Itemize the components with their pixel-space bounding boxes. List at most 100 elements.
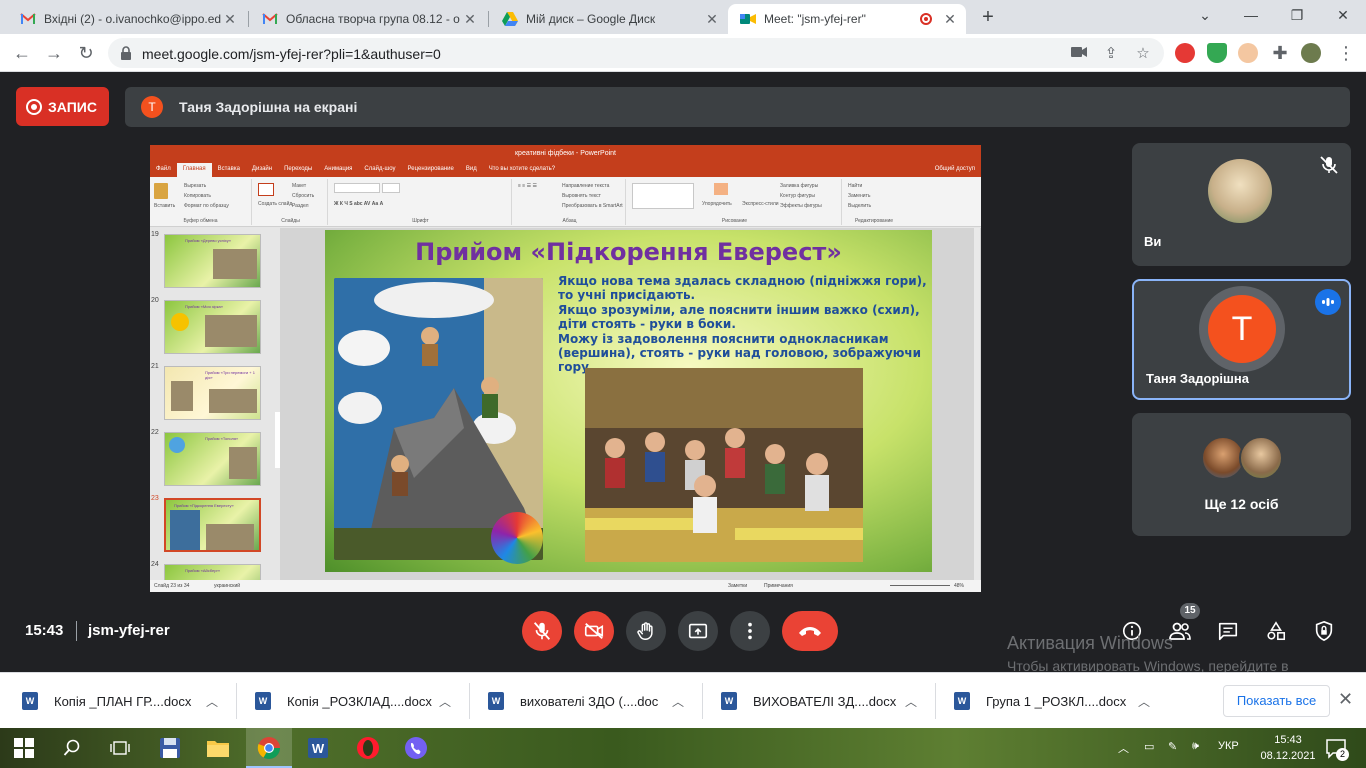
browser-tab[interactable]: Вхідні (2) - o.ivanochko@ippo.ed ✕	[8, 4, 246, 34]
record-button[interactable]: ЗАПИС	[16, 87, 109, 126]
more-options-button[interactable]	[730, 611, 770, 651]
ribbon-group-clipboard: Вставить Вырезать Копировать Формат по о…	[150, 179, 252, 225]
download-item[interactable]: W Копія _РОЗКЛАД....docx ︿	[255, 687, 465, 715]
chevron-up-icon[interactable]: ︿	[905, 693, 917, 710]
avatar: T	[1208, 295, 1276, 363]
host-controls-icon[interactable]	[1312, 619, 1336, 643]
word-icon[interactable]: W	[304, 734, 332, 762]
download-item[interactable]: W вихователі ЗДО (....doc ︿	[488, 687, 698, 715]
ppt-ribbon: Вставить Вырезать Копировать Формат по о…	[150, 177, 981, 227]
back-icon[interactable]: ←	[10, 41, 34, 65]
adblock-extension-icon[interactable]	[1175, 43, 1195, 63]
recording-indicator-icon	[920, 13, 932, 25]
clock-date: 08.12.2021	[1260, 750, 1316, 762]
browser-toolbar: ← → ↻ meet.google.com/jsm-yfej-rer?pli=1…	[0, 34, 1366, 72]
ribbon-group-paragraph: ≡ ≡ ☰ ☰ Направление текста Выровнять тек…	[514, 179, 626, 225]
tab-close-icon[interactable]: ✕	[704, 11, 720, 27]
word-doc-icon: W	[488, 692, 504, 710]
save-floppy-icon[interactable]	[156, 734, 184, 762]
browser-tab[interactable]: Мій диск – Google Диск ✕	[490, 4, 728, 34]
participant-name: Таня Задорішна	[1146, 371, 1249, 386]
tab-close-icon[interactable]: ✕	[222, 11, 238, 27]
profile-avatar[interactable]	[1301, 43, 1321, 63]
volume-icon[interactable]: 🕪	[1192, 740, 1199, 753]
notifications-icon[interactable]: 2	[1325, 737, 1349, 761]
ppt-tab: Дизайн	[251, 166, 273, 172]
extensions-puzzle-icon[interactable]: ✚	[1268, 41, 1292, 65]
browser-tab[interactable]: Обласна творча група 08.12 - о ✕	[250, 4, 486, 34]
new-tab-icon[interactable]: +	[976, 6, 1000, 30]
address-bar[interactable]: meet.google.com/jsm-yfej-rer?pli=1&authu…	[108, 38, 1164, 68]
pen-icon[interactable]: ✎	[1168, 740, 1177, 753]
show-all-button[interactable]: Показать все	[1223, 685, 1330, 717]
restore-icon[interactable]: ❐	[1274, 0, 1320, 30]
browser-tab-strip: Вхідні (2) - o.ivanochko@ippo.ed ✕ Облас…	[0, 0, 1366, 34]
ppt-tab: Переходы	[284, 166, 313, 172]
language-indicator[interactable]: УКР	[1218, 740, 1239, 752]
minimize-icon[interactable]: —	[1228, 0, 1274, 30]
camera-toggle-button[interactable]	[574, 611, 614, 651]
tab-label: Вхідні (2) - o.ivanochko@ippo.ed	[44, 12, 222, 26]
tab-label: Обласна творча група 08.12 - о	[286, 12, 460, 26]
chevron-up-icon[interactable]: ︿	[672, 693, 684, 710]
search-icon[interactable]	[58, 734, 86, 762]
ppt-tab: Вставка	[217, 166, 240, 172]
download-item[interactable]: W Копія _ПЛАН ГР....docx ︿	[22, 687, 232, 715]
close-window-icon[interactable]: ✕	[1320, 0, 1366, 30]
present-screen-button[interactable]	[678, 611, 718, 651]
slide-thumbnail: Прийом «Моя зірка»	[164, 300, 261, 354]
raise-hand-button[interactable]	[626, 611, 666, 651]
lock-icon	[121, 46, 131, 60]
chrome-icon[interactable]	[255, 734, 283, 762]
camera-indicator-icon[interactable]	[1070, 45, 1088, 63]
ppt-tab: Файл	[156, 166, 171, 172]
avatar	[1239, 436, 1283, 480]
extension-avatar-icon[interactable]	[1238, 43, 1258, 63]
browser-tab-active[interactable]: Meet: "jsm-yfej-rer" ✕	[728, 4, 966, 34]
file-explorer-icon[interactable]	[204, 734, 232, 762]
word-doc-icon: W	[954, 692, 970, 710]
participant-tile-active[interactable]: T Таня Задорішна	[1132, 279, 1351, 400]
download-item[interactable]: W ВИХОВАТЕЛІ ЗД....docx ︿	[721, 687, 931, 715]
download-filename: Група 1 _РОЗКЛ....docx	[986, 693, 1127, 709]
windows-start-icon[interactable]	[10, 734, 38, 762]
chevron-up-icon[interactable]: ︿	[206, 693, 218, 710]
tab-close-icon[interactable]: ✕	[942, 11, 958, 27]
chevron-up-icon[interactable]: ︿	[439, 693, 451, 710]
google-meet-icon	[740, 11, 756, 27]
participant-tile-self[interactable]: Ви	[1132, 143, 1351, 266]
font-name-field	[334, 183, 380, 193]
participant-name: Ви	[1144, 234, 1162, 249]
shield-extension-icon[interactable]	[1207, 43, 1227, 63]
viber-icon[interactable]	[402, 734, 430, 762]
forward-icon[interactable]: →	[42, 41, 66, 65]
download-item[interactable]: W Група 1 _РОЗКЛ....docx ︿	[954, 687, 1164, 715]
close-downloads-icon[interactable]: ✕	[1338, 689, 1353, 710]
reload-icon[interactable]: ↻	[74, 41, 98, 65]
paragraph-buttons: ≡ ≡ ☰ ☰	[518, 183, 537, 189]
tab-divider	[248, 11, 249, 27]
network-icon[interactable]: ▭	[1144, 740, 1154, 753]
activities-icon[interactable]	[1264, 619, 1288, 643]
divider	[469, 683, 470, 719]
chrome-menu-icon[interactable]: ⋮	[1334, 41, 1358, 65]
chat-icon[interactable]	[1216, 619, 1240, 643]
share-icon[interactable]: ⇪	[1102, 45, 1120, 63]
tab-divider	[488, 11, 489, 27]
chevron-up-icon[interactable]: ︿	[1138, 693, 1150, 710]
mic-toggle-button[interactable]	[522, 611, 562, 651]
tray-expand-icon[interactable]: ︿	[1118, 740, 1129, 756]
leave-call-button[interactable]	[782, 611, 838, 651]
zoom-slider	[890, 585, 950, 586]
tab-close-icon[interactable]: ✕	[462, 11, 478, 27]
participant-tile-others[interactable]: Ще 12 осіб	[1132, 413, 1351, 536]
task-view-icon[interactable]	[106, 734, 134, 762]
bookmark-star-icon[interactable]: ☆	[1134, 45, 1152, 63]
ppt-ribbon-tabs: Файл Главная Вставка Дизайн Переходы Ани…	[150, 163, 981, 177]
divider	[935, 683, 936, 719]
tab-search-icon[interactable]: ⌄	[1182, 0, 1228, 30]
slide-scrollbar[interactable]	[974, 228, 980, 580]
download-filename: Копія _РОЗКЛАД....docx	[287, 693, 432, 709]
taskbar-clock[interactable]: 15:43 08.12.2021	[1258, 732, 1318, 764]
opera-icon[interactable]	[354, 734, 382, 762]
